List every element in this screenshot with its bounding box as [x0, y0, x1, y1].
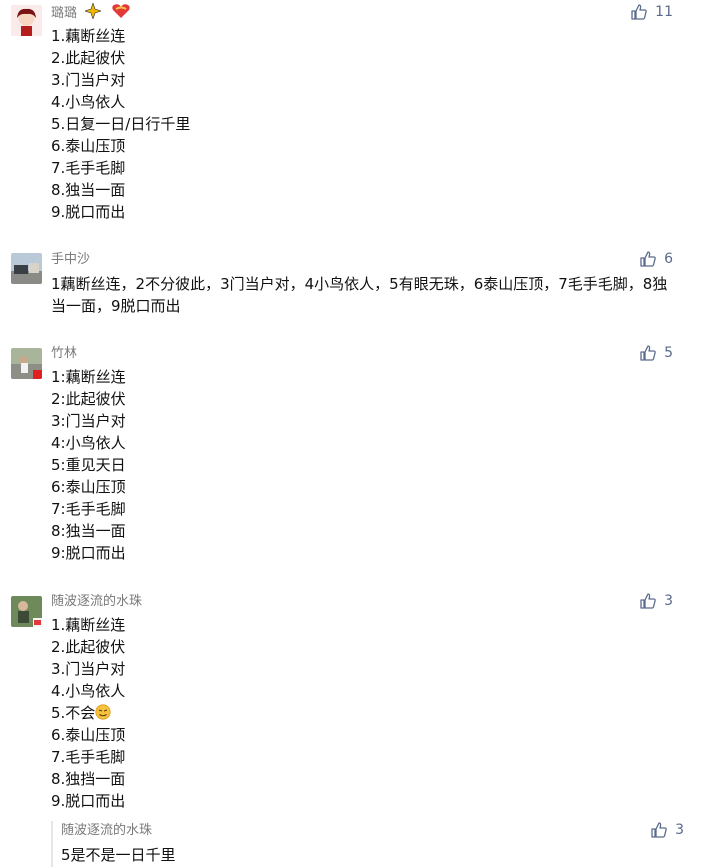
sparkle-icon	[85, 3, 102, 19]
avatar[interactable]	[11, 348, 42, 379]
comment-line: 5.日复一日/日行千里	[51, 115, 191, 133]
comment-line: 9:脱口而出	[51, 544, 126, 562]
reply-text: 5是不是一日千里	[61, 846, 176, 864]
comment-content: 1.藕断丝连 2.此起彼伏 3.门当户对 4.小鸟依人 5.不会 6.泰山压顶 …	[51, 614, 125, 812]
comment-line: 1:藕断丝连	[51, 368, 126, 386]
avatar[interactable]	[11, 253, 42, 284]
comment-line: 4.小鸟依人	[51, 682, 126, 700]
comment-line: 3:门当户对	[51, 412, 126, 430]
comment-line: 7.毛手毛脚	[51, 748, 126, 766]
comment-author[interactable]: 随波逐流的水珠	[51, 593, 142, 611]
comment-author[interactable]: 竹林	[51, 345, 77, 363]
thumbs-up-icon	[640, 593, 656, 609]
comment-line: 2.此起彼伏	[51, 49, 126, 67]
comment-content: 1.藕断丝连 2.此起彼伏 3.门当户对 4.小鸟依人 5.日复一日/日行千里 …	[51, 25, 190, 223]
comment-text: 1藕断丝连，2不分彼此，3门当户对，4小鸟依人，5有眼无珠，6泰山压顶，7毛手毛…	[51, 275, 668, 315]
comment-line: 3.门当户对	[51, 71, 126, 89]
comment-content: 1藕断丝连，2不分彼此，3门当户对，4小鸟依人，5有眼无珠，6泰山压顶，7毛手毛…	[51, 273, 681, 317]
comment-line: 8.独当一面	[51, 181, 126, 199]
comment-author[interactable]: 璐璐	[51, 3, 131, 23]
author-reply: 随波逐流的水珠 3 5是不是一日千里	[51, 821, 684, 867]
reply-like-button[interactable]: 3	[651, 822, 684, 838]
author-name: 璐璐	[51, 6, 78, 21]
like-count: 3	[675, 822, 684, 838]
comment-line: 9.脱口而出	[51, 792, 126, 810]
like-button[interactable]: 5	[640, 345, 673, 361]
like-button[interactable]: 11	[631, 4, 673, 20]
comment-line: 4.小鸟依人	[51, 93, 126, 111]
comment-line: 6:泰山压顶	[51, 478, 126, 496]
thumbs-up-icon	[640, 251, 656, 267]
comment-line: 2:此起彼伏	[51, 390, 126, 408]
like-count: 6	[664, 251, 673, 267]
comment-content: 1:藕断丝连 2:此起彼伏 3:门当户对 4:小鸟依人 5:重见天日 6:泰山压…	[51, 366, 126, 564]
comment-line: 5:重见天日	[51, 456, 126, 474]
emoji-icon	[95, 704, 111, 720]
comment-line: 7.毛手毛脚	[51, 159, 126, 177]
avatar[interactable]	[11, 5, 42, 36]
thumbs-up-icon	[631, 4, 647, 20]
comment-line: 1.藕断丝连	[51, 616, 126, 634]
like-count: 3	[664, 593, 673, 609]
like-button[interactable]: 6	[640, 251, 673, 267]
comment-line: 8.独挡一面	[51, 770, 126, 788]
like-button[interactable]: 3	[640, 593, 673, 609]
like-count: 11	[655, 4, 673, 20]
avatar[interactable]	[11, 596, 42, 627]
reply-author[interactable]: 随波逐流的水珠	[61, 822, 152, 840]
like-count: 5	[664, 345, 673, 361]
thumbs-up-icon	[640, 345, 656, 361]
heart-icon	[112, 4, 130, 18]
comment-line: 1.藕断丝连	[51, 27, 126, 45]
comment-line: 7:毛手毛脚	[51, 500, 126, 518]
comment-author[interactable]: 手中沙	[51, 251, 90, 269]
comment-line: 3.门当户对	[51, 660, 126, 678]
comment-line: 2.此起彼伏	[51, 638, 126, 656]
comment-line: 6.泰山压顶	[51, 726, 126, 744]
comment-line: 8:独当一面	[51, 522, 126, 540]
thumbs-up-icon	[651, 822, 667, 838]
comment-line: 9.脱口而出	[51, 203, 126, 221]
comment-line-text: 5.不会	[51, 704, 96, 722]
comment-line: 6.泰山压顶	[51, 137, 126, 155]
comment-line: 5.不会	[51, 702, 125, 724]
reply-content: 5是不是一日千里	[61, 844, 176, 866]
comment-line: 4:小鸟依人	[51, 434, 126, 452]
